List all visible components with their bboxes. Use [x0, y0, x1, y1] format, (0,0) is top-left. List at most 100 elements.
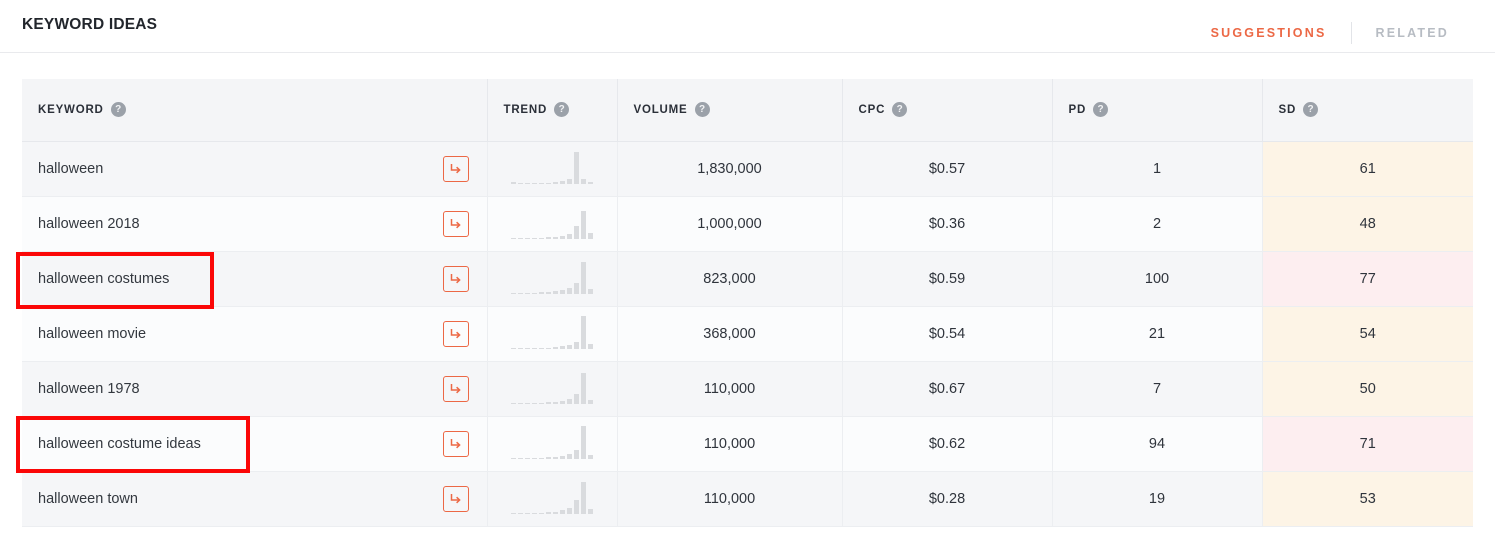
trend-sparkline [488, 258, 617, 300]
question-mark-icon[interactable]: ? [110, 102, 126, 118]
sparkline-bar [546, 182, 551, 184]
tab-related[interactable]: RELATED [1352, 25, 1474, 41]
sparkline-bar [511, 512, 516, 514]
column-header-trend[interactable]: TREND ? [487, 79, 618, 142]
trend-sparkline [488, 203, 617, 245]
sparkline-bar [546, 401, 551, 404]
sparkline-bar [560, 345, 565, 349]
sparkline-bar [532, 512, 537, 514]
sparkline-bar [553, 236, 558, 239]
keyword-label: halloween [38, 160, 104, 177]
arrow-down-right-icon[interactable] [442, 320, 469, 347]
table-header-row: KEYWORD ? TREND ? VOLUME ? CPC ? PD ? SD… [22, 79, 1473, 142]
tab-suggestions[interactable]: SUGGESTIONS [1187, 25, 1351, 41]
panel-header: KEYWORD IDEAS SUGGESTIONS RELATED [0, 0, 1495, 53]
cell-cpc: $0.67 [842, 361, 1053, 417]
sparkline-bar [539, 347, 544, 349]
table-row[interactable]: halloween town 110,000 $0.28 19 53 [22, 471, 1473, 527]
column-header-keyword[interactable]: KEYWORD ? [22, 79, 488, 142]
cell-keyword: halloween [22, 141, 488, 197]
sparkline-bar [581, 315, 586, 349]
trend-sparkline [488, 148, 617, 190]
column-header-cpc-label: CPC [858, 103, 886, 116]
keyword-label: halloween movie [38, 325, 147, 342]
question-mark-icon[interactable]: ? [694, 102, 710, 118]
column-header-trend-label: TREND [503, 103, 548, 116]
sparkline-bar [532, 457, 537, 459]
arrow-down-right-icon[interactable] [442, 155, 469, 182]
sparkline-bar [567, 287, 572, 294]
sparkline-bar [581, 178, 586, 184]
keyword-label: halloween costume ideas [38, 435, 201, 452]
cell-trend [487, 416, 618, 472]
sparkline-bar [553, 456, 558, 459]
cell-volume: 110,000 [617, 471, 843, 527]
sparkline-bar [560, 455, 565, 459]
sparkline-bar [574, 449, 579, 459]
sparkline-bar [588, 508, 593, 514]
cell-trend [487, 141, 618, 197]
sparkline-bar [525, 237, 530, 239]
cell-trend [487, 251, 618, 307]
column-header-volume[interactable]: VOLUME ? [617, 79, 843, 142]
cell-volume: 368,000 [617, 306, 843, 362]
sparkline-bar [532, 237, 537, 239]
arrow-down-right-icon[interactable] [442, 430, 469, 457]
cell-keyword: halloween costumes [22, 251, 488, 307]
sparkline-bar [574, 151, 579, 184]
column-header-volume-label: VOLUME [633, 103, 688, 116]
table-row[interactable]: halloween 1978 110,000 $0.67 7 50 [22, 361, 1473, 417]
arrow-down-right-icon[interactable] [442, 210, 469, 237]
sparkline-bar [518, 347, 523, 349]
column-header-cpc[interactable]: CPC ? [842, 79, 1053, 142]
question-mark-icon[interactable]: ? [1093, 102, 1109, 118]
cell-trend [487, 196, 618, 252]
sparkline-bar [553, 290, 558, 294]
keyword-ideas-panel: KEYWORD IDEAS SUGGESTIONS RELATED KEYWOR… [0, 0, 1495, 538]
trend-sparkline [488, 368, 617, 410]
cell-sd: 53 [1262, 471, 1473, 527]
sparkline-bar [553, 401, 558, 404]
cell-volume: 110,000 [617, 416, 843, 472]
sparkline-bar [518, 182, 523, 184]
sparkline-bar [574, 225, 579, 239]
keyword-table: KEYWORD ? TREND ? VOLUME ? CPC ? PD ? SD… [22, 79, 1473, 527]
keyword-table-container: KEYWORD ? TREND ? VOLUME ? CPC ? PD ? SD… [0, 53, 1495, 527]
arrow-down-right-icon[interactable] [442, 375, 469, 402]
sparkline-bar [588, 343, 593, 349]
sparkline-bar [546, 456, 551, 459]
cell-trend [487, 361, 618, 417]
trend-sparkline [488, 423, 617, 465]
cell-pd: 2 [1052, 196, 1263, 252]
keyword-label: halloween 1978 [38, 380, 140, 397]
keyword-label: halloween town [38, 490, 138, 507]
table-row[interactable]: halloween 2018 1,000,000 $0.36 2 48 [22, 196, 1473, 252]
arrow-down-right-icon[interactable] [442, 485, 469, 512]
arrow-down-right-icon[interactable] [442, 265, 469, 292]
sparkline-bar [539, 237, 544, 239]
table-row[interactable]: halloween movie 368,000 $0.54 21 54 [22, 306, 1473, 362]
sparkline-bar [560, 289, 565, 294]
column-header-pd[interactable]: PD ? [1052, 79, 1263, 142]
table-row[interactable]: halloween 1,830,000 $0.57 1 61 [22, 141, 1473, 197]
table-row[interactable]: halloween costumes 823,000 $0.59 100 77 [22, 251, 1473, 307]
sparkline-bar [525, 347, 530, 349]
column-header-sd[interactable]: SD ? [1262, 79, 1473, 142]
sparkline-bar [518, 457, 523, 459]
cell-sd: 48 [1262, 196, 1473, 252]
question-mark-icon[interactable]: ? [892, 102, 908, 118]
question-mark-icon[interactable]: ? [1303, 102, 1319, 118]
sparkline-bar [588, 181, 593, 184]
sparkline-bar [539, 457, 544, 459]
sparkline-bar [567, 398, 572, 404]
sparkline-bar [588, 232, 593, 239]
sparkline-bar [588, 454, 593, 459]
question-mark-icon[interactable]: ? [554, 102, 570, 118]
sparkline-bar [567, 453, 572, 459]
table-body: halloween 1,830,000 $0.57 1 61 halloween 2018… [22, 141, 1473, 527]
cell-pd: 19 [1052, 471, 1263, 527]
sparkline-bar [560, 400, 565, 404]
cell-keyword: halloween town [22, 471, 488, 527]
keyword-label: halloween costumes [38, 270, 170, 287]
table-row[interactable]: halloween costume ideas 110,000 $0.62 94 71 [22, 416, 1473, 472]
